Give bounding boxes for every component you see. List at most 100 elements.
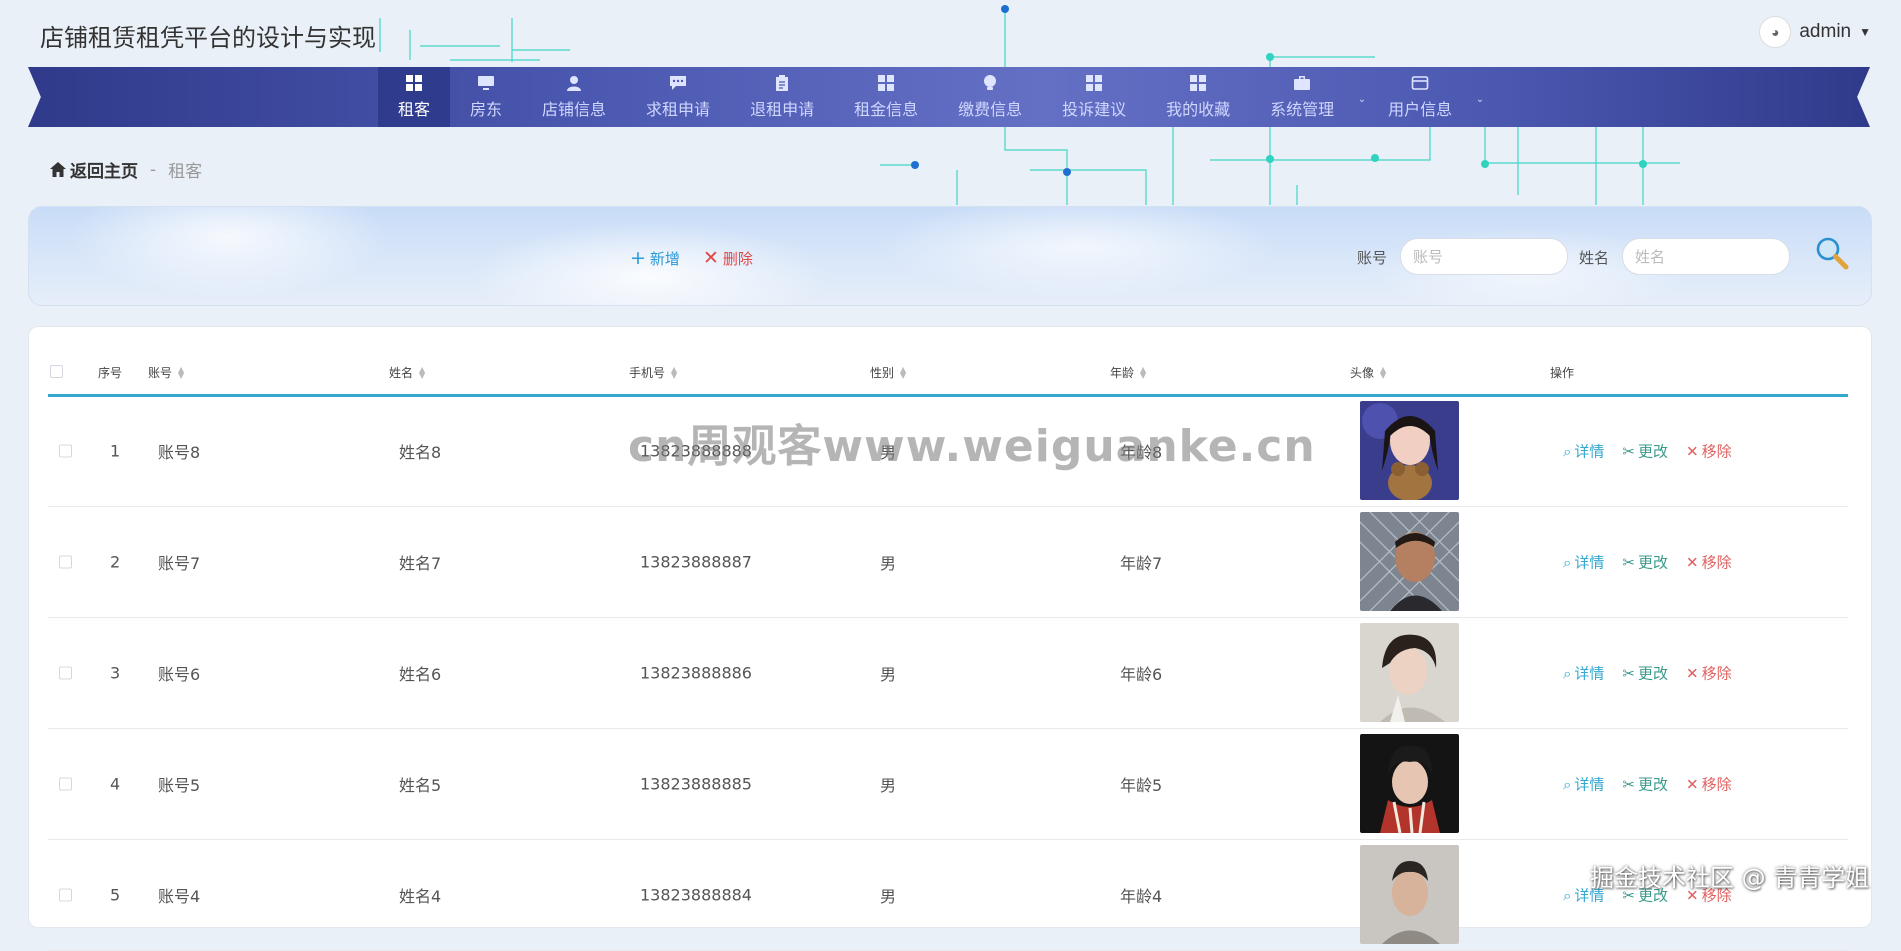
nav-item-payment-info[interactable]: 缴费信息 <box>938 67 1042 127</box>
row-checkbox[interactable] <box>59 555 72 569</box>
nav-label: 系统管理 <box>1270 100 1335 119</box>
edit-button[interactable]: ✂ 更改 <box>1622 441 1668 462</box>
row-checkbox[interactable] <box>59 888 72 902</box>
table-row: 4 账号5 姓名5 13823888885 男 年龄5 ⌕ 详情 ✂ 更改 ✕ 移除 <box>48 729 1848 840</box>
close-icon: ✕ <box>1686 442 1699 460</box>
column-header-index: 序号 <box>98 366 123 380</box>
sort-icon: ▲ ▼ <box>1380 364 1387 380</box>
sort-icon: ▲ ▼ <box>419 364 426 380</box>
remove-button[interactable]: ✕ 移除 <box>1686 552 1732 573</box>
column-header-phone[interactable]: 手机号 ▲ ▼ <box>629 364 677 381</box>
nav-menu: 租客 房东 店铺信息 求租申请 退租申请 租金信息 缴费信息 投诉建议 我的收藏… <box>378 67 1486 127</box>
nav-label: 求租申请 <box>646 100 711 119</box>
user-name: admin <box>1799 21 1852 42</box>
row-age: 年龄5 <box>1120 776 1163 795</box>
close-icon: ✕ <box>1686 775 1699 793</box>
nav-item-landlord[interactable]: 房东 <box>450 67 522 127</box>
detail-icon: ⌕ <box>1563 886 1572 904</box>
detail-icon: ⌕ <box>1563 442 1572 460</box>
nav-label: 租金信息 <box>854 100 919 119</box>
avatar[interactable]: ◕ <box>1759 16 1792 48</box>
nav-label: 租客 <box>398 100 431 119</box>
avatar-photo[interactable] <box>1360 845 1459 944</box>
edit-icon: ✂ <box>1622 664 1635 682</box>
nav-item-shop-info[interactable]: 店铺信息 <box>522 67 626 127</box>
row-gender: 男 <box>880 776 897 795</box>
breadcrumb: 返回主页 - 租客 <box>50 157 202 182</box>
row-index: 3 <box>110 663 121 683</box>
row-account: 账号5 <box>158 776 201 795</box>
edit-button[interactable]: ✂ 更改 <box>1622 774 1668 795</box>
detail-button[interactable]: ⌕ 详情 <box>1563 441 1604 462</box>
avatar-photo[interactable] <box>1360 623 1459 722</box>
edit-icon: ✂ <box>1622 775 1635 793</box>
select-all-checkbox[interactable] <box>50 365 63 378</box>
edit-icon: ✂ <box>1622 553 1635 571</box>
remove-button[interactable]: ✕ 移除 <box>1686 663 1732 684</box>
column-header-name[interactable]: 姓名 ▲ ▼ <box>389 364 425 381</box>
avatar-photo[interactable] <box>1360 401 1459 500</box>
plus-icon: + <box>630 247 646 269</box>
table-header: 序号 账号 ▲ ▼ 姓名 ▲ ▼ 手机号 ▲ ▼ 性别 ▲ ▼ 年龄 ▲ ▼ 头像 ▲ ▼ 操作 <box>48 350 1848 397</box>
detail-button[interactable]: ⌕ 详情 <box>1563 552 1604 573</box>
card-icon <box>1411 76 1429 90</box>
column-header-actions: 操作 <box>1550 366 1575 380</box>
row-index: 1 <box>110 441 121 461</box>
nav-item-user-info[interactable]: 用户信息 ⌄ <box>1368 67 1486 127</box>
column-header-age[interactable]: 年龄 ▲ ▼ <box>1110 364 1146 381</box>
nav-label: 我的收藏 <box>1166 100 1231 119</box>
detail-icon: ⌕ <box>1563 664 1572 682</box>
remove-button[interactable]: ✕ 移除 <box>1686 441 1732 462</box>
nav-item-rent-info[interactable]: 租金信息 <box>834 67 938 127</box>
add-button[interactable]: + 新增 <box>630 247 680 269</box>
row-gender: 男 <box>880 887 897 906</box>
edit-button[interactable]: ✂ 更改 <box>1622 552 1668 573</box>
row-gender: 男 <box>880 554 897 573</box>
account-search-input[interactable] <box>1400 238 1568 275</box>
close-icon: ✕ <box>1686 553 1699 571</box>
avatar-photo[interactable] <box>1360 734 1459 833</box>
row-phone: 13823888886 <box>640 663 752 683</box>
edit-icon: ✂ <box>1622 442 1635 460</box>
row-checkbox[interactable] <box>59 444 72 458</box>
search-icon[interactable] <box>1812 234 1852 274</box>
row-index: 5 <box>110 885 121 905</box>
table-row: 3 账号6 姓名6 13823888886 男 年龄6 ⌕ 详情 ✂ 更改 ✕ 移除 <box>48 618 1848 729</box>
avatar-photo[interactable] <box>1360 512 1459 611</box>
row-account: 账号8 <box>158 443 201 462</box>
column-header-avatar[interactable]: 头像 ▲ ▼ <box>1350 364 1386 381</box>
app-title: 店铺租赁租凭平台的设计与实现 <box>40 24 376 52</box>
close-icon: ✕ <box>1686 664 1699 682</box>
nav-item-system-management[interactable]: 系统管理 ⌄ <box>1250 67 1368 127</box>
nav-label: 缴费信息 <box>958 100 1023 119</box>
nav-label: 房东 <box>470 100 503 119</box>
row-name: 姓名4 <box>399 887 442 906</box>
edit-button[interactable]: ✂ 更改 <box>1622 663 1668 684</box>
remove-button[interactable]: ✕ 移除 <box>1686 774 1732 795</box>
table-row: 5 账号4 姓名4 13823888884 男 年龄4 ⌕ 详情 ✂ 更改 ✕ 移除 <box>48 840 1848 951</box>
briefcase-icon <box>1294 76 1311 90</box>
nav-item-checkout-request[interactable]: 退租申请 <box>730 67 834 127</box>
row-gender: 男 <box>880 665 897 684</box>
row-checkbox[interactable] <box>59 666 72 680</box>
nav-item-tenant[interactable]: 租客 <box>378 67 451 127</box>
nav-label: 用户信息 <box>1388 100 1453 119</box>
column-header-gender[interactable]: 性别 ▲ ▼ <box>870 364 906 381</box>
bulb-icon <box>984 75 997 90</box>
user-menu[interactable]: ◕ admin ▼ <box>1759 16 1871 48</box>
name-search-input[interactable] <box>1622 238 1790 275</box>
column-header-account[interactable]: 账号 ▲ ▼ <box>148 364 184 381</box>
chevron-down-icon: ⌄ <box>1357 94 1367 105</box>
nav-item-rent-request[interactable]: 求租申请 <box>626 67 730 127</box>
nav-item-favorites[interactable]: 我的收藏 <box>1146 67 1250 127</box>
add-label: 新增 <box>649 249 680 268</box>
detail-button[interactable]: ⌕ 详情 <box>1563 774 1604 795</box>
detail-button[interactable]: ⌕ 详情 <box>1563 663 1604 684</box>
breadcrumb-home[interactable]: 返回主页 <box>50 157 138 182</box>
home-icon <box>50 162 66 177</box>
nav-item-complaints[interactable]: 投诉建议 <box>1042 67 1146 127</box>
row-index: 2 <box>110 552 121 572</box>
chat-icon <box>670 76 687 90</box>
delete-button[interactable]: ✕ 删除 <box>703 247 753 269</box>
row-checkbox[interactable] <box>59 777 72 791</box>
